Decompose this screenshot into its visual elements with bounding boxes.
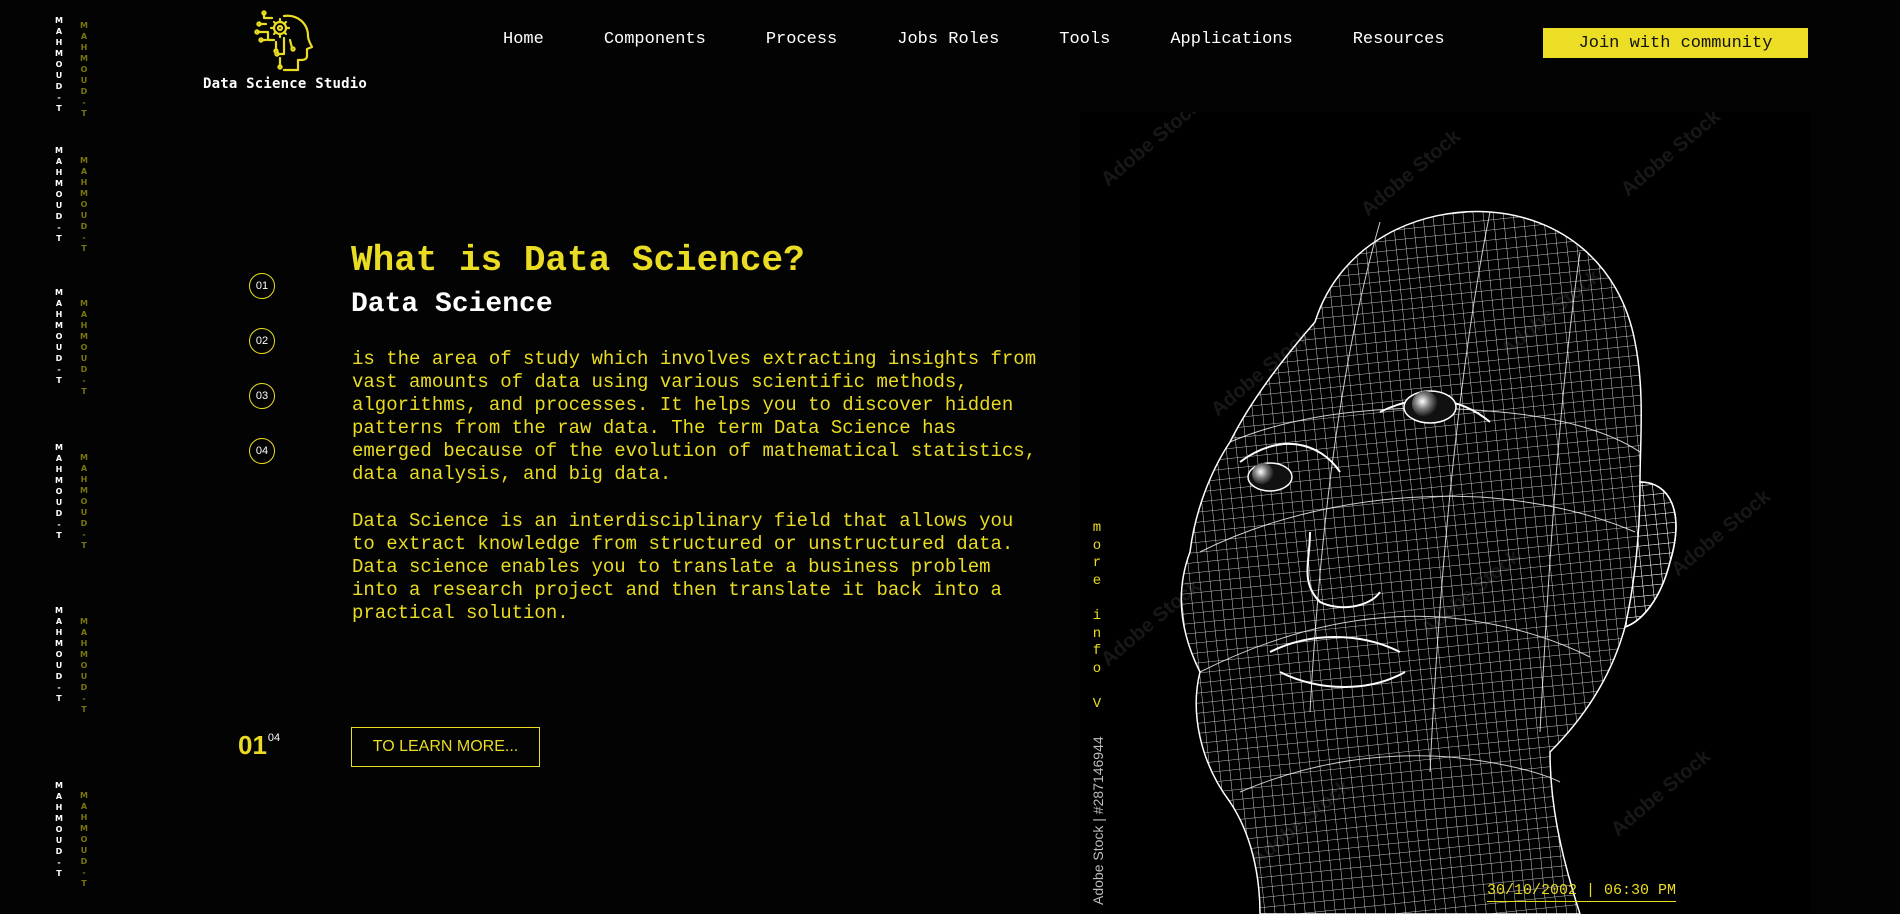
page-title: What is Data Science? <box>351 240 805 281</box>
nav-home[interactable]: Home <box>503 30 544 49</box>
counter-total: 04 <box>267 732 281 744</box>
intro-paragraph: is the area of study which involves extr… <box>352 348 1037 485</box>
nav-components[interactable]: Components <box>604 30 706 49</box>
stock-id-label: Adobe Stock | #287146944 <box>1090 736 1106 905</box>
main-nav: Home Components Process Jobs Roles Tools… <box>503 30 1505 49</box>
side-tag: MAHMOUD-T <box>55 288 63 385</box>
nav-tools[interactable]: Tools <box>1059 30 1110 49</box>
side-tag: MAHMOUD-T <box>55 606 63 703</box>
step-indicators: 01 02 03 04 <box>249 273 275 493</box>
side-tag: MAHMOUD-T <box>80 617 88 714</box>
side-tag: MAHMOUD-T <box>80 791 88 888</box>
nav-job-roles[interactable]: Jobs Roles <box>897 30 999 49</box>
side-tag: MAHMOUD-T <box>80 453 88 550</box>
side-tag: MAHMOUD-T <box>55 781 63 878</box>
side-tag: MAHMOUD-T <box>55 443 63 540</box>
detail-paragraph: Data Science is an interdisciplinary fie… <box>352 510 1014 624</box>
step-bullet[interactable]: 04 <box>249 438 275 464</box>
side-tag: MAHMOUD-T <box>80 21 88 118</box>
side-tag: MAHMOUD-T <box>55 146 63 243</box>
more-info-link[interactable]: more info V <box>1090 520 1104 714</box>
nav-resources[interactable]: Resources <box>1353 30 1445 49</box>
step-bullet[interactable]: 03 <box>249 383 275 409</box>
learn-more-button[interactable]: TO LEARN MORE... <box>351 727 540 767</box>
hero-image: Adobe Stock Adobe Stock Adobe Stock Adob… <box>1080 112 1810 914</box>
side-tag: MAHMOUD-T <box>80 299 88 396</box>
side-tag: MAHMOUD-T <box>80 156 88 253</box>
nav-process[interactable]: Process <box>766 30 837 49</box>
slide-counter: 0104 <box>238 730 280 761</box>
brand-name: Data Science Studio <box>203 76 367 92</box>
nav-applications[interactable]: Applications <box>1170 30 1292 49</box>
step-bullet[interactable]: 01 <box>249 273 275 299</box>
counter-current: 01 <box>238 730 267 760</box>
step-bullet[interactable]: 02 <box>249 328 275 354</box>
side-tag: MAHMOUD-T <box>55 16 63 113</box>
join-community-button[interactable]: Join with community <box>1543 28 1808 58</box>
brain-head-icon <box>254 10 314 72</box>
wireframe-head-icon <box>1180 210 1677 914</box>
datetime-label: 30/10/2002 | 06:30 PM <box>1487 882 1677 902</box>
brand-logo[interactable]: Data Science Studio <box>185 10 385 92</box>
side-strip: MAHMOUD-T MAHMOUD-T MAHMOUD-T MAHMOUD-T … <box>0 0 110 914</box>
page-subtitle: Data Science <box>351 289 553 320</box>
